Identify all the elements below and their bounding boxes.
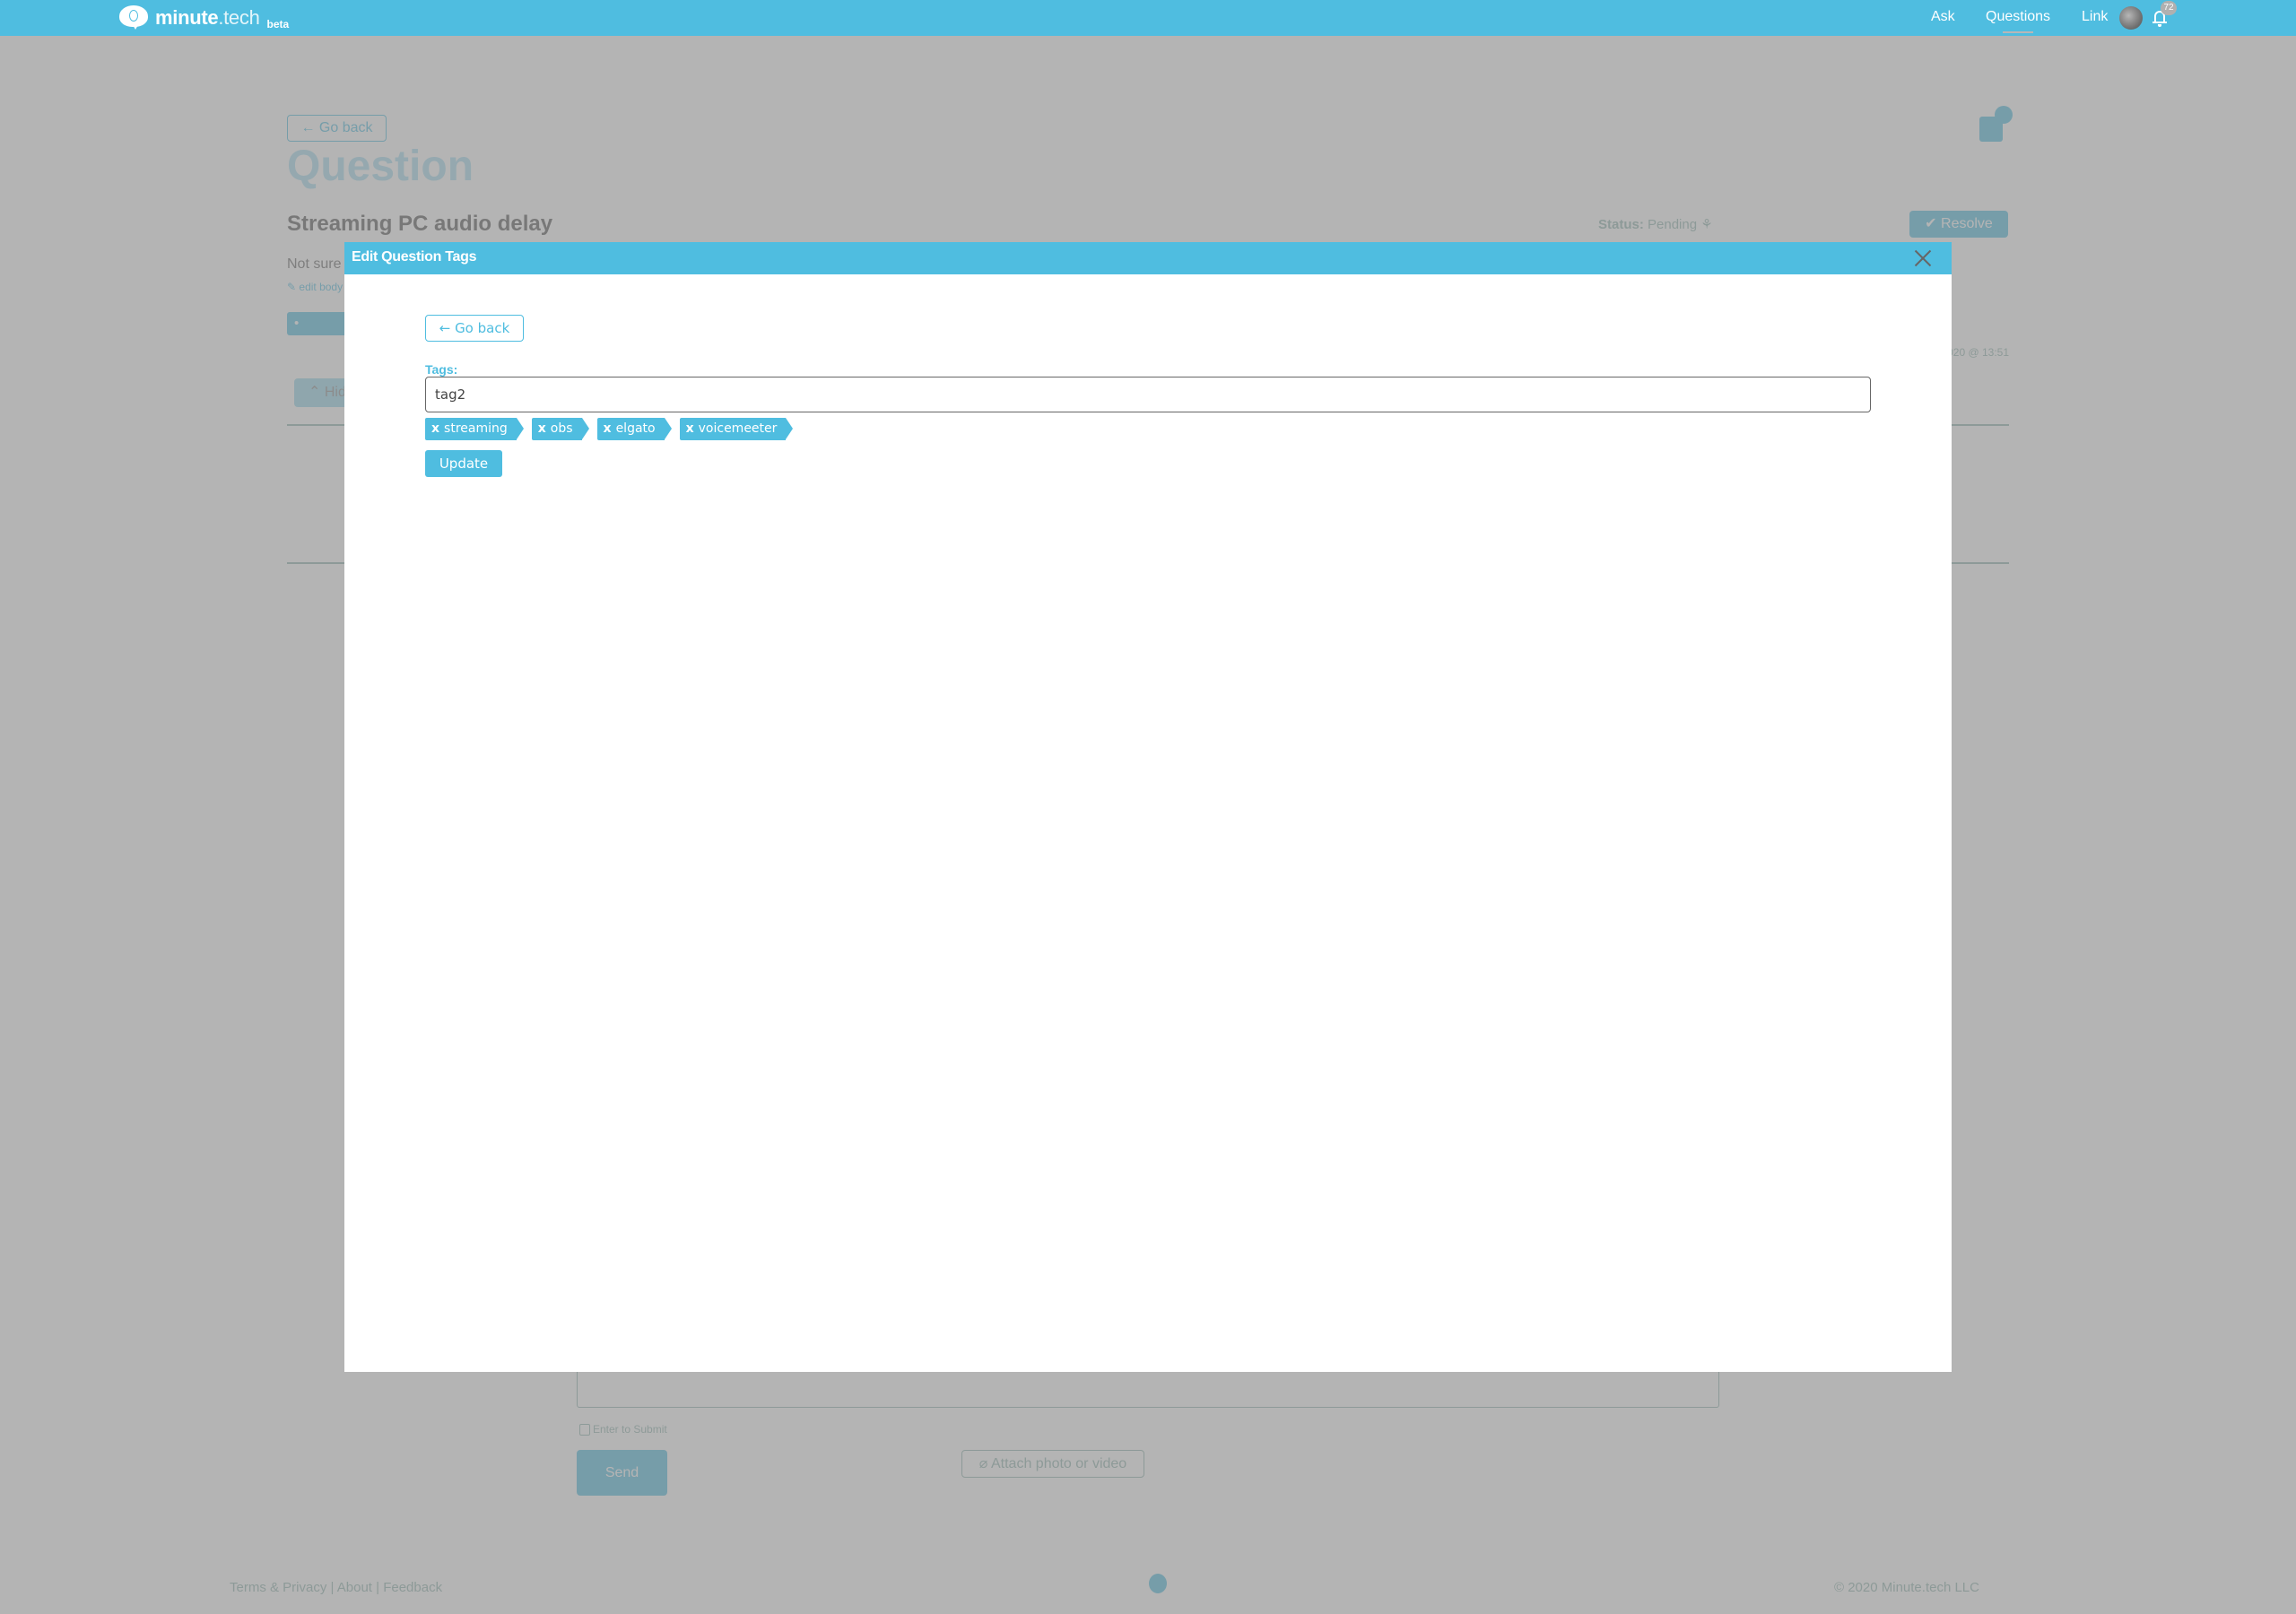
brand-logo[interactable]: minute.tech beta xyxy=(119,4,289,31)
edit-tags-modal: Edit Question Tags ← Go back Tags: xstre… xyxy=(344,242,1952,1372)
top-nav-bar: minute.tech beta Ask Questions Link 72 xyxy=(0,0,2296,36)
nav-ask[interactable]: Ask xyxy=(1931,9,1955,25)
go-back-button[interactable]: ← Go back xyxy=(425,315,524,342)
close-icon[interactable] xyxy=(1914,249,1932,267)
user-avatar[interactable] xyxy=(2119,6,2143,30)
tag-chip[interactable]: x streaming xyxy=(425,418,524,440)
remove-tag-icon[interactable]: x xyxy=(538,421,546,436)
notification-count-badge: 72 xyxy=(2161,1,2177,15)
remove-tag-icon[interactable]: x xyxy=(431,421,439,436)
nav-link[interactable]: Link xyxy=(2082,9,2108,25)
modal-header: Edit Question Tags xyxy=(344,242,1952,274)
arrow-left-icon: ← xyxy=(439,320,456,336)
update-button[interactable]: Update xyxy=(425,450,502,477)
brain-stopwatch-icon xyxy=(119,5,148,30)
tag-chip[interactable]: x elgato xyxy=(596,418,672,440)
tags-label: Tags: xyxy=(425,362,458,377)
remove-tag-icon[interactable]: x xyxy=(604,421,612,436)
brand-name: minute.tech xyxy=(155,6,260,29)
modal-title: Edit Question Tags xyxy=(352,249,477,265)
tags-input[interactable] xyxy=(425,377,1871,412)
tag-chip[interactable]: x voicemeeter xyxy=(679,418,794,440)
beta-badge: beta xyxy=(266,18,290,30)
nav-questions[interactable]: Questions xyxy=(1986,9,2050,33)
tag-list: x streaming x obs x elgato x voicemeeter xyxy=(425,418,801,440)
tag-chip[interactable]: x obs xyxy=(531,418,589,440)
remove-tag-icon[interactable]: x xyxy=(686,421,694,436)
